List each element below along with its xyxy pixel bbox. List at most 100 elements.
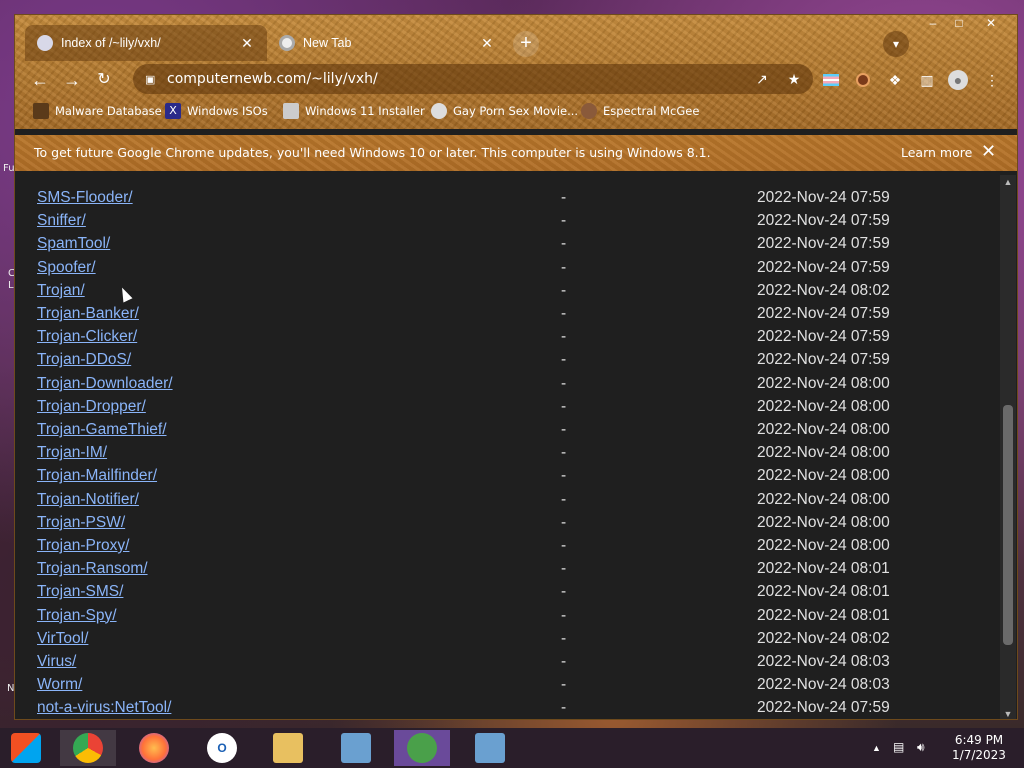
directory-link[interactable]: Worm/ [37, 676, 82, 694]
extension-avatar-icon[interactable] [852, 69, 874, 91]
installer-favicon-icon [283, 103, 299, 119]
directory-link[interactable]: Trojan-Clicker/ [37, 328, 137, 346]
date-cell: 2022-Nov-24 08:03 [757, 653, 890, 670]
minimize-button[interactable]: – [919, 15, 947, 33]
size-cell: - [561, 351, 567, 369]
directory-link[interactable]: Trojan-GameThief/ [37, 421, 167, 439]
directory-link[interactable]: Trojan/ [37, 282, 85, 300]
date-cell: 2022-Nov-24 07:59 [757, 235, 890, 253]
tab-index-lily[interactable]: Index of /~lily/vxh/ ✕ [25, 25, 267, 61]
taskbar-firefox[interactable] [126, 730, 182, 766]
directory-link[interactable]: Trojan-IM/ [37, 444, 107, 462]
firefox-icon [139, 733, 169, 763]
address-bar[interactable]: ▣ computernewb.com/~lily/vxh/ ↗ ★ [133, 64, 813, 94]
close-window-button[interactable]: ✕ [977, 15, 1005, 33]
size-cell: - [561, 258, 567, 276]
bookmark-espectral-mcgee[interactable]: Espectral McGee [581, 101, 699, 121]
vertical-scrollbar[interactable]: ▲ ▼ [1000, 175, 1016, 719]
scroll-down-icon[interactable]: ▼ [1000, 707, 1016, 719]
size-cell: - [561, 490, 567, 508]
back-button[interactable]: ← [27, 67, 53, 93]
taskbar-obama-app[interactable]: O [194, 730, 250, 766]
directory-link[interactable]: Trojan-Proxy/ [37, 537, 129, 555]
size-cell: - [561, 374, 567, 392]
close-tab-icon[interactable]: ✕ [479, 35, 495, 52]
browser-frame: – □ ✕ Index of /~lily/vxh/ ✕ New Tab ✕ +… [15, 15, 1017, 129]
start-button[interactable] [0, 730, 52, 766]
bookmark-malware-database[interactable]: Malware Database [33, 101, 162, 121]
bookmark-windows-11-installer[interactable]: Windows 11 Installer [283, 101, 425, 121]
directory-link[interactable]: Trojan-Notifier/ [37, 491, 139, 509]
size-cell: - [561, 583, 567, 601]
directory-link[interactable]: Sniffer/ [37, 212, 86, 230]
directory-link[interactable]: Virus/ [37, 653, 76, 671]
lock-icon[interactable]: ▣ [145, 73, 157, 86]
bookmark-windows-isos[interactable]: X Windows ISOs [165, 101, 268, 121]
scrollbar-thumb[interactable] [1003, 405, 1013, 645]
bookmark-label: Espectral McGee [603, 104, 700, 118]
directory-link[interactable]: Trojan-Dropper/ [37, 398, 146, 416]
directory-link[interactable]: Trojan-DDoS/ [37, 351, 131, 369]
taskbar-setup[interactable] [328, 730, 384, 766]
volume-icon[interactable]: 🔊︎ [917, 740, 925, 755]
taskbar-chrome[interactable] [60, 730, 116, 766]
directory-link[interactable]: Trojan-PSW/ [37, 514, 125, 532]
directory-link[interactable]: Spoofer/ [37, 259, 96, 277]
tab-search-button[interactable]: ▾ [883, 31, 909, 57]
side-panel-icon[interactable]: ▥ [916, 69, 938, 91]
url-text[interactable]: computernewb.com/~lily/vxh/ [167, 71, 378, 87]
share-icon[interactable]: ↗ [753, 70, 771, 88]
table-row: Trojan/ - 2022-Nov-24 08:02 [25, 280, 990, 303]
extension-flag-icon[interactable] [820, 69, 842, 91]
new-tab-button[interactable]: + [513, 31, 539, 57]
tab-new-tab[interactable]: New Tab ✕ [267, 25, 507, 61]
size-cell: - [561, 513, 567, 531]
profile-icon[interactable]: ● [947, 69, 969, 91]
directory-link[interactable]: Trojan-Spy/ [37, 607, 117, 625]
taskbar-setup-2[interactable] [462, 730, 518, 766]
bookmark-label: Malware Database [55, 104, 162, 118]
directory-link[interactable]: Trojan-Banker/ [37, 305, 139, 323]
maximize-button[interactable]: □ [945, 15, 973, 33]
tray-expand-icon[interactable]: ▲ [872, 743, 881, 753]
desktop-icon-label: Fu [3, 163, 15, 174]
scroll-up-icon[interactable]: ▲ [1000, 175, 1016, 189]
setup-icon [341, 733, 371, 763]
extensions-puzzle-icon[interactable]: ❖ [884, 69, 906, 91]
table-row: Worm/ - 2022-Nov-24 08:03 [25, 674, 990, 697]
close-tab-icon[interactable]: ✕ [239, 35, 255, 52]
learn-more-link[interactable]: Learn more [901, 145, 972, 160]
directory-link[interactable]: VirTool/ [37, 630, 88, 648]
directory-link[interactable]: Trojan-SMS/ [37, 583, 123, 601]
setup-icon [475, 733, 505, 763]
size-cell: - [561, 189, 567, 206]
table-row: Sniffer/ - 2022-Nov-24 07:59 [25, 210, 990, 233]
directory-link[interactable]: SMS-Flooder/ [37, 189, 133, 207]
taskbar-file-explorer[interactable] [260, 730, 316, 766]
taskbar-messenger[interactable] [394, 730, 450, 766]
size-cell: - [561, 676, 567, 694]
table-row: VirTool/ - 2022-Nov-24 08:02 [25, 628, 990, 651]
directory-link[interactable]: Trojan-Ransom/ [37, 560, 148, 578]
directory-link[interactable]: SpamTool/ [37, 235, 110, 253]
infobar-message: To get future Google Chrome updates, you… [34, 145, 711, 160]
taskbar-clock[interactable]: 6:49 PM 1/7/2023 [944, 733, 1014, 763]
table-row: SMS-Flooder/ - 2022-Nov-24 07:59 [25, 187, 990, 210]
close-infobar-icon[interactable]: ✕ [981, 141, 996, 162]
bookmark-movie-site[interactable]: Gay Porn Sex Movie... [431, 101, 578, 121]
reload-button[interactable]: ↻ [91, 67, 117, 93]
network-icon[interactable]: ▤ [893, 740, 904, 754]
date-cell: 2022-Nov-24 07:59 [757, 258, 890, 276]
table-row: not-a-virus:NetTool/ - 2022-Nov-24 07:59 [25, 697, 990, 719]
menu-kebab-icon[interactable]: ⋮ [981, 69, 1003, 91]
size-cell: - [561, 699, 567, 717]
directory-link[interactable]: Trojan-Downloader/ [37, 375, 173, 393]
bookmark-star-icon[interactable]: ★ [785, 70, 803, 88]
directory-link[interactable]: not-a-virus:NetTool/ [37, 699, 171, 717]
table-row: Trojan-Ransom/ - 2022-Nov-24 08:01 [25, 558, 990, 581]
forward-button[interactable]: → [59, 67, 85, 93]
directory-link[interactable]: Trojan-Mailfinder/ [37, 467, 157, 485]
taskbar: O ▲ ▤ 🔊︎ 6:49 PM 1/7/2023 [0, 728, 1024, 768]
date-cell: 2022-Nov-24 08:02 [757, 281, 890, 299]
date-cell: 2022-Nov-24 08:00 [757, 374, 890, 392]
